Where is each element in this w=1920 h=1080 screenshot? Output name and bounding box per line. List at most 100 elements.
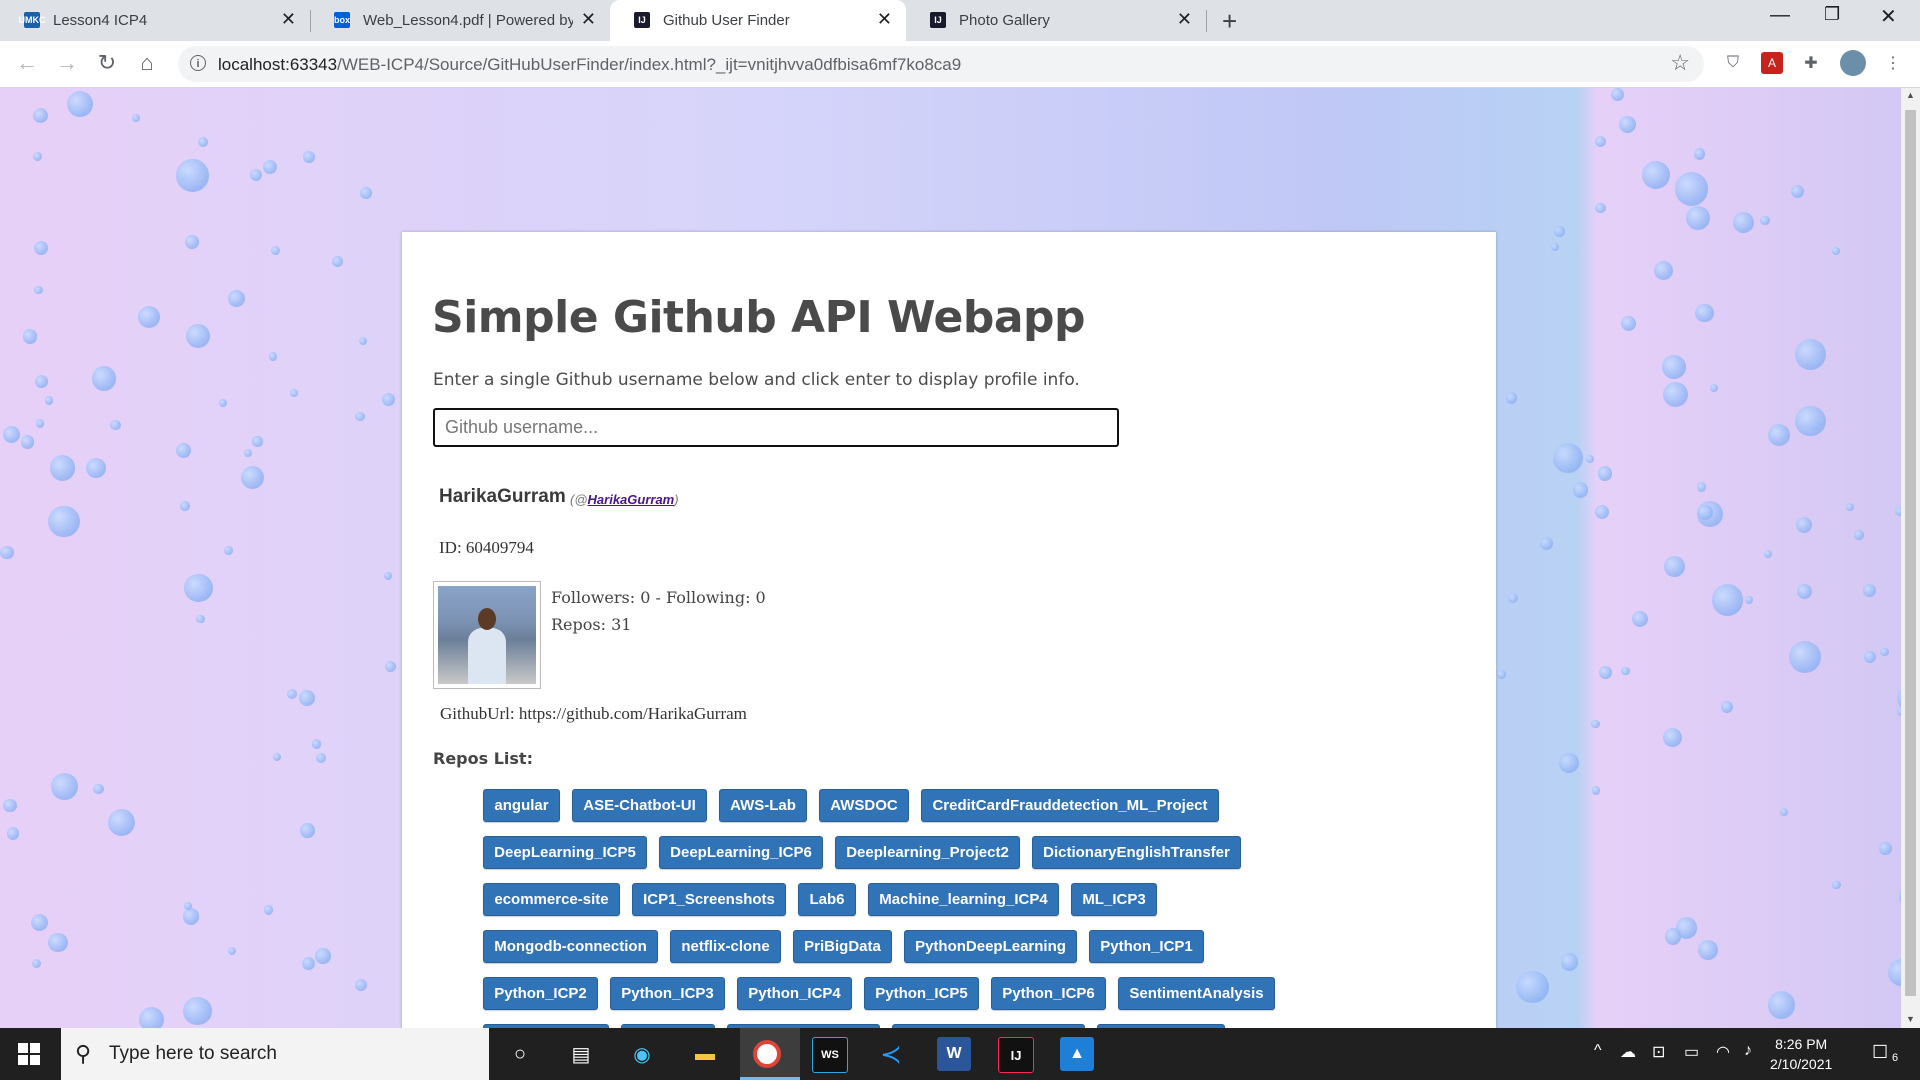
forward-arrow-icon[interactable]: → [54,50,80,76]
username-input[interactable] [433,408,1119,447]
extensions-puzzle-icon[interactable]: ✚ [1800,52,1822,74]
taskbar-search-box[interactable]: ⚲ Type here to search [61,1028,489,1080]
bubble [3,798,17,813]
tab-photo-gallery[interactable]: IJ Photo Gallery ✕ [906,0,1206,41]
repo-button[interactable]: angular [483,789,560,822]
profile-handle: (@HarikaGurram) [570,492,679,507]
close-icon[interactable]: ✕ [581,9,596,29]
repo-button[interactable]: Mongodb-connection [483,930,658,963]
onedrive-cloud-icon[interactable]: ☁ [1620,1042,1636,1062]
scroll-down-icon[interactable]: ▼ [1906,1014,1915,1024]
bubble [48,933,68,953]
reload-icon[interactable]: ↻ [94,50,120,76]
wifi-icon[interactable]: ◠ [1716,1042,1730,1062]
bubble [1586,454,1595,463]
windows-start-icon[interactable] [18,1043,40,1065]
repo-button[interactable]: Python_ICP4 [737,977,852,1010]
repo-button[interactable]: DeepLearning_ICP6 [659,836,823,869]
bubble [1763,549,1772,559]
intellij-icon[interactable]: IJ [998,1037,1034,1073]
profile-avatar-icon[interactable] [1840,50,1866,76]
word-icon[interactable]: W [937,1037,971,1071]
repo-button[interactable]: Lab6 [798,883,856,916]
file-explorer-icon[interactable]: ▬ [688,1037,722,1071]
scrollbar-thumb[interactable] [1905,110,1916,996]
url-text[interactable]: localhost:63343/WEB-ICP4/Source/GitHubUs… [218,55,961,75]
bubble [1597,465,1613,481]
repo-button[interactable]: AWSDOC [819,789,909,822]
vscode-icon[interactable]: ≺ [874,1037,908,1071]
repo-button[interactable]: ASE-Chatbot-UI [572,789,707,822]
address-bar[interactable]: i localhost:63343/WEB-ICP4/Source/GitHub… [178,46,1704,82]
bookmark-star-icon[interactable]: ☆ [1670,50,1690,76]
bubble [1507,592,1518,603]
photos-app-icon[interactable]: ▲ [1060,1037,1094,1071]
close-icon[interactable]: ✕ [877,9,892,29]
clock-time: 8:26 PM [1775,1036,1828,1052]
new-tab-plus-icon[interactable]: + [1222,6,1237,37]
bubble [1779,807,1788,817]
window-close-icon[interactable]: ✕ [1880,4,1897,29]
repo-button[interactable]: Python_ICP5 [864,977,979,1010]
notification-center-icon[interactable]: ☐ [1872,1042,1888,1063]
tab-title: Web_Lesson4.pdf | Powered by B [363,12,573,29]
bubble [1854,530,1864,540]
tab-title: Lesson4 ICP4 [53,12,148,29]
edge-browser-icon[interactable]: ◉ [625,1037,659,1071]
shield-extension-icon[interactable]: ⛉ [1722,52,1744,74]
tab-lesson4[interactable]: UMKC Lesson4 ICP4 ✕ [0,0,310,41]
repo-button[interactable]: Deeplearning_Project2 [835,836,1020,869]
intellij-favicon-icon: IJ [634,12,650,28]
repo-button[interactable]: netflix-clone [670,930,781,963]
repo-button[interactable]: Python_ICP2 [483,977,598,1010]
tab-strip: UMKC Lesson4 ICP4 ✕ box Web_Lesson4.pdf … [0,0,1920,41]
battery-icon[interactable]: ▭ [1684,1042,1699,1062]
page-scrollbar[interactable]: ▲ ▼ [1901,88,1920,1028]
repo-button[interactable]: SentimentAnalysis [1118,977,1275,1010]
repo-button[interactable]: ICP1_Screenshots [632,883,786,916]
home-icon[interactable]: ⌂ [134,50,160,76]
bubble [1789,640,1822,674]
acrobat-extension-icon[interactable]: A [1761,52,1783,74]
minimize-icon[interactable]: — [1770,4,1790,27]
repo-button[interactable]: Python_ICP3 [610,977,725,1010]
repo-button[interactable]: Machine_learning_ICP4 [868,883,1059,916]
bubble [1599,666,1613,680]
repo-button[interactable]: Python_ICP6 [991,977,1106,1010]
repo-button[interactable]: AWS-Lab [719,789,807,822]
repo-button[interactable]: PythonDeepLearning [904,930,1077,963]
tab-web-lesson4-pdf[interactable]: box Web_Lesson4.pdf | Powered by B ✕ [310,0,610,41]
close-icon[interactable]: ✕ [281,9,296,29]
webstorm-icon[interactable]: WS [812,1037,848,1073]
browser-menu-icon[interactable]: ⋮ [1882,52,1904,74]
bubble [224,546,233,555]
scroll-up-icon[interactable]: ▲ [1906,90,1915,100]
repo-button[interactable]: PriBigData [793,930,892,963]
repo-button[interactable]: ML_ICP3 [1071,883,1157,916]
bubble [183,997,212,1026]
repo-button[interactable]: ecommerce-site [483,883,620,916]
tray-app-icon[interactable]: ⊡ [1652,1042,1665,1062]
bubble [1880,647,1889,657]
profile-link[interactable]: HarikaGurram [588,492,675,507]
bubble [268,351,278,361]
bubble [2,426,20,444]
repo-button[interactable]: DeepLearning_ICP5 [483,836,647,869]
bubble [182,907,200,925]
bubble [1653,260,1673,281]
back-arrow-icon[interactable]: ← [14,50,40,76]
repo-button[interactable]: CreditCardFrauddetection_ML_Project [921,789,1219,822]
close-icon[interactable]: ✕ [1177,9,1192,29]
tray-chevron-up-icon[interactable]: ^ [1594,1042,1602,1060]
repo-button[interactable]: Python_ICP1 [1089,930,1204,963]
site-info-icon[interactable]: i [190,55,206,71]
repo-button[interactable]: DictionaryEnglishTransfer [1032,836,1241,869]
task-view-icon[interactable]: ▤ [564,1037,598,1071]
restore-icon[interactable]: ❐ [1824,4,1840,25]
tab-github-user-finder[interactable]: IJ Github User Finder ✕ [610,0,906,41]
volume-icon[interactable]: ♪ [1744,1042,1752,1060]
chrome-icon[interactable] [753,1040,781,1068]
taskbar-clock[interactable]: 8:26 PM 2/10/2021 [1770,1034,1832,1074]
cortana-circle-icon[interactable]: ○ [503,1037,537,1071]
tab-divider [1206,10,1207,32]
